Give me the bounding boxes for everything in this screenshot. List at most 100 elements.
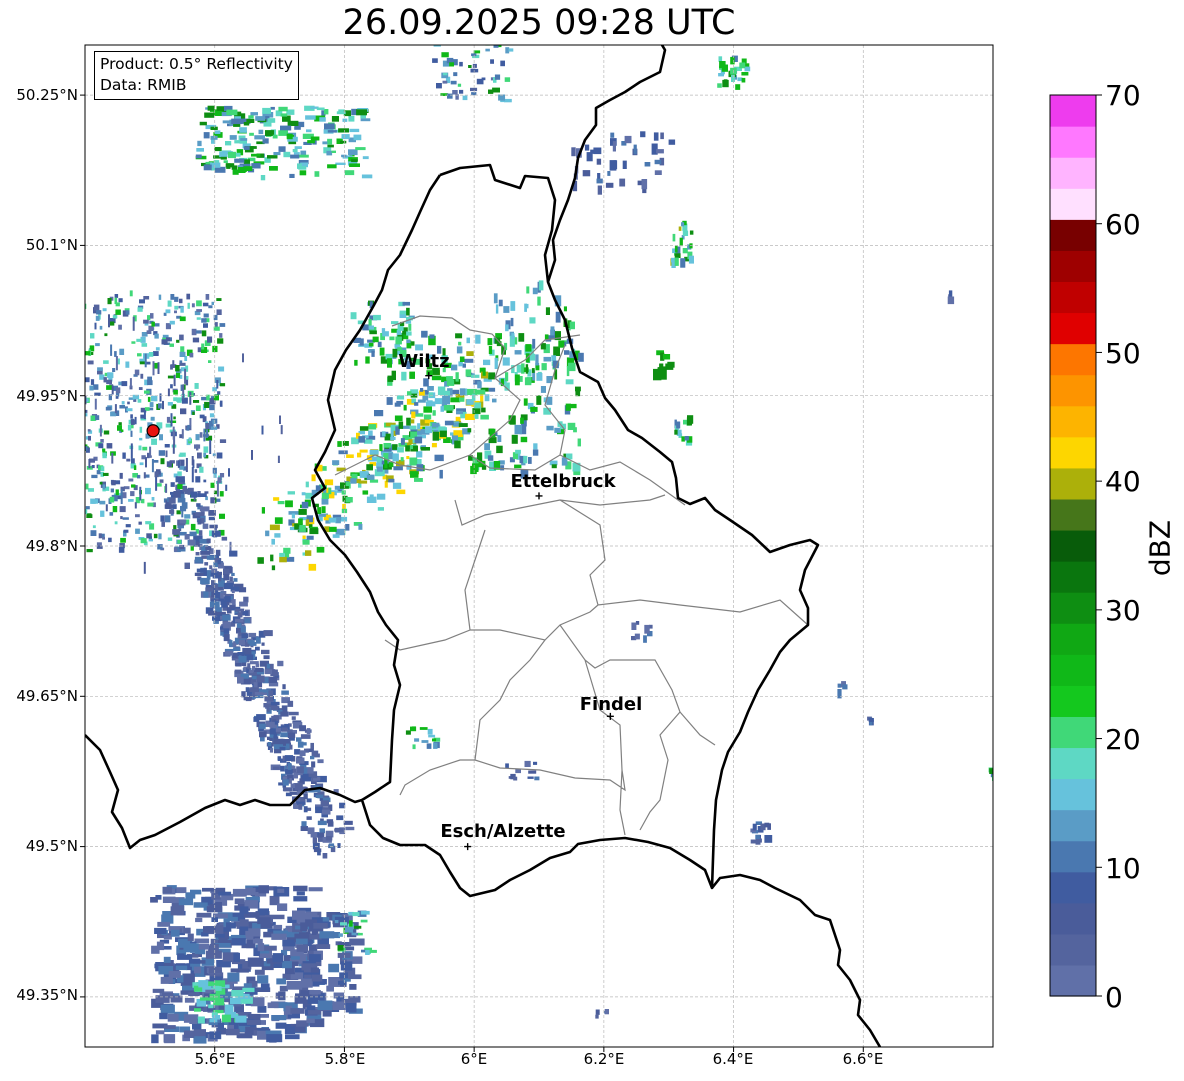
lon-label: 6.4°E xyxy=(712,1050,754,1068)
echo-pixel xyxy=(160,515,165,522)
echo-pixel xyxy=(269,166,278,171)
echo-pixel xyxy=(342,441,349,446)
echo-pixel xyxy=(203,571,207,576)
echo-pixel xyxy=(490,59,494,64)
echo-pixel xyxy=(382,431,386,437)
echo-pixel xyxy=(95,343,100,347)
echo-pixel xyxy=(515,449,521,454)
echo-pixel xyxy=(156,941,165,951)
echo-pixel xyxy=(88,459,91,469)
echo-pixel xyxy=(764,835,773,843)
echo-pixel xyxy=(304,974,312,979)
lon-label: 5.8°E xyxy=(324,1050,366,1068)
echo-pixel xyxy=(339,972,348,979)
echo-pixel xyxy=(223,160,228,163)
echo-pixel xyxy=(210,126,218,130)
echo-pixel xyxy=(558,340,565,348)
echo-pixel xyxy=(237,652,245,656)
echo-pixel xyxy=(151,395,158,402)
echo-pixel xyxy=(178,454,183,457)
echo-pixel xyxy=(531,368,535,373)
echo-pixel xyxy=(207,981,216,987)
echo-pixel xyxy=(508,48,514,52)
echo-pixel xyxy=(550,326,555,336)
echo-pixel xyxy=(211,568,218,573)
echo-pixel xyxy=(129,378,132,388)
echo-pixel xyxy=(334,828,344,832)
echo-pixel xyxy=(350,478,357,484)
echo-pixel xyxy=(406,456,410,460)
echo-pixel xyxy=(274,749,282,754)
echo-pixel xyxy=(231,572,235,576)
echo-pixel xyxy=(293,803,297,809)
echo-pixel xyxy=(682,230,689,236)
echo-pixel xyxy=(261,425,264,435)
echo-pixel xyxy=(518,333,525,342)
germany-france-border xyxy=(710,873,882,1047)
echo-pixel xyxy=(397,447,404,453)
echo-pixel xyxy=(195,154,202,159)
echo-pixel xyxy=(423,414,432,420)
echo-pixel xyxy=(139,486,142,501)
echo-pixel xyxy=(362,490,369,495)
echo-pixel xyxy=(131,484,136,488)
echo-pixel xyxy=(140,538,147,544)
echo-pixel xyxy=(319,828,325,834)
echo-pixel xyxy=(400,457,404,462)
echo-pixel xyxy=(234,669,242,674)
echo-pixel xyxy=(319,931,335,939)
echo-pixel xyxy=(376,493,386,500)
colorbar-segment xyxy=(1050,281,1096,314)
echo-pixel xyxy=(115,396,119,399)
echo-pixel xyxy=(145,521,152,525)
echo-pixel xyxy=(87,360,94,365)
echo-pixel xyxy=(275,727,282,732)
echo-pixel xyxy=(535,365,540,371)
echo-pixel xyxy=(349,920,353,927)
echo-pixel xyxy=(176,887,187,893)
echo-pixel xyxy=(132,316,135,331)
echo-pixel xyxy=(214,933,225,938)
echo-pixel xyxy=(93,304,100,311)
echo-pixel xyxy=(494,74,501,80)
echo-pixel xyxy=(503,306,510,313)
echo-pixel xyxy=(136,338,142,342)
echo-pixel xyxy=(104,333,108,337)
echo-pixel xyxy=(208,305,213,309)
echo-pixel xyxy=(351,932,357,936)
echo-pixel xyxy=(317,1000,333,1010)
echo-pixel xyxy=(162,400,164,410)
echo-pixel xyxy=(184,488,190,495)
echo-pixel xyxy=(390,436,396,440)
echo-pixel xyxy=(118,422,122,426)
echo-pixel xyxy=(302,539,310,545)
echo-pixel xyxy=(341,490,346,495)
echo-pixel xyxy=(280,425,283,435)
echo-pixel xyxy=(369,330,377,335)
echo-pixel xyxy=(388,478,395,483)
echo-pixel xyxy=(454,440,461,449)
echo-pixel xyxy=(523,455,528,464)
colorbar-segment xyxy=(1050,654,1096,686)
echo-pixel xyxy=(388,452,394,460)
echo-pixel xyxy=(462,363,466,368)
echo-pixel xyxy=(400,438,405,445)
echo-pixel xyxy=(270,705,279,710)
echo-pixel xyxy=(217,338,224,344)
echo-pixel xyxy=(120,516,123,520)
echo-pixel xyxy=(555,311,561,323)
colorbar-segment xyxy=(1050,126,1096,158)
echo-pixel xyxy=(274,533,281,538)
echo-pixel xyxy=(565,379,574,385)
echo-pixel xyxy=(403,404,407,411)
echo-pixel xyxy=(204,401,210,408)
echo-pixel xyxy=(108,537,112,543)
echo-pixel xyxy=(24,435,26,441)
echo-pixel xyxy=(739,62,746,69)
colorbar-segment xyxy=(1050,592,1096,624)
echo-pixel xyxy=(97,370,103,375)
echo-pixel xyxy=(446,379,455,386)
echo-pixel xyxy=(427,386,434,391)
echo-pixel xyxy=(280,125,292,131)
echo-pixel xyxy=(538,280,544,291)
